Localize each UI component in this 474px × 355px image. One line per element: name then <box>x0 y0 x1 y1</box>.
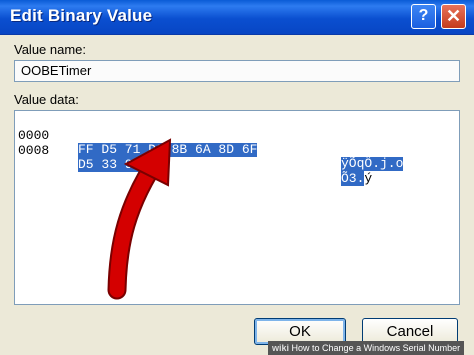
watermark-brand: wiki <box>272 343 290 353</box>
watermark-text: How to Change a Windows Serial Number <box>291 343 461 353</box>
red-arrow-annotation <box>107 138 172 300</box>
wikihow-watermark: wiki How to Change a Windows Serial Numb… <box>268 341 465 355</box>
